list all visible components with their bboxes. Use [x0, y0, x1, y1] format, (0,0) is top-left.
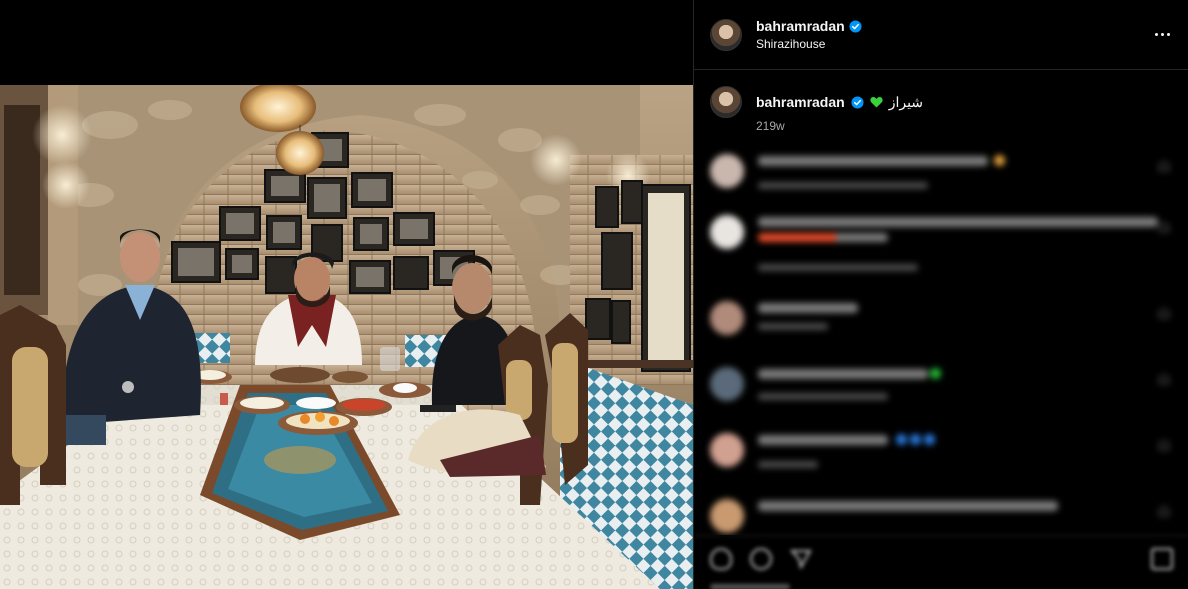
comment-item — [710, 150, 1173, 198]
more-options-icon[interactable] — [1150, 24, 1174, 44]
verified-badge-icon — [851, 95, 864, 109]
caption-timestamp[interactable]: 219w — [756, 119, 923, 133]
share-icon[interactable] — [790, 548, 812, 570]
post-details-panel: bahramradan Shirazihouse bahramradan شیر… — [693, 0, 1188, 589]
caption-text: شیراز — [888, 93, 924, 110]
likes-count-placeholder — [710, 584, 790, 589]
photo-restaurant-scene — [0, 85, 693, 589]
post-location[interactable]: Shirazihouse — [756, 37, 862, 51]
post-photo[interactable] — [0, 85, 693, 589]
comments-list — [694, 147, 1188, 535]
save-icon[interactable] — [1151, 548, 1173, 570]
caption-username[interactable]: bahramradan — [756, 94, 845, 110]
author-info: bahramradan Shirazihouse — [756, 18, 862, 51]
comment-item — [710, 297, 1173, 345]
heart-icon[interactable] — [710, 548, 732, 570]
caption-body: bahramradan شیراز 219w — [756, 86, 923, 147]
post-actions-bar — [694, 535, 1188, 589]
caption-line: bahramradan شیراز — [756, 93, 923, 111]
post-header: bahramradan Shirazihouse — [694, 0, 1188, 70]
green-heart-icon — [870, 97, 883, 108]
post-media-area — [0, 0, 693, 589]
username-row: bahramradan — [756, 18, 862, 34]
comment-item — [710, 363, 1173, 411]
comment-icon[interactable] — [750, 548, 772, 570]
comment-item — [710, 211, 1173, 271]
comment-item — [710, 495, 1173, 535]
author-avatar[interactable] — [710, 18, 742, 51]
caption-avatar[interactable] — [710, 86, 742, 118]
verified-badge-icon — [849, 19, 862, 33]
author-username[interactable]: bahramradan — [756, 18, 845, 34]
post-caption: bahramradan شیراز 219w — [694, 70, 1188, 147]
comment-item — [710, 429, 1173, 477]
